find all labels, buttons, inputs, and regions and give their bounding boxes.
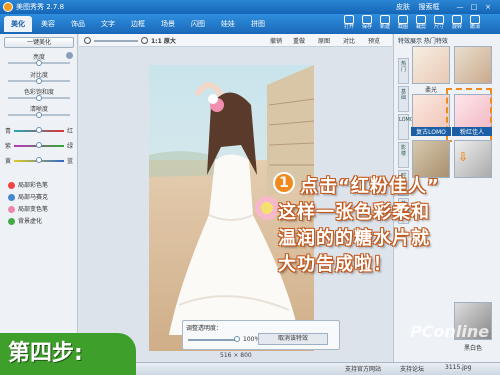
crop-icon <box>416 15 426 24</box>
compare-link[interactable]: 对比 <box>343 36 355 45</box>
slider-knob[interactable] <box>36 127 42 133</box>
undo-icon <box>470 15 480 24</box>
resize-icon <box>434 15 444 24</box>
red-label: 红 <box>67 128 74 135</box>
tab-accessories[interactable]: 饰品 <box>64 16 92 32</box>
overlay-line-4: 大功告成啦！ <box>278 254 392 275</box>
tab-doll[interactable]: 娃娃 <box>214 16 242 32</box>
arrow-down-icon: ⇩ <box>458 150 469 164</box>
slider-knob[interactable] <box>36 157 42 163</box>
vtab-studio[interactable]: 影楼 <box>398 142 409 168</box>
magenta-label: 紫 <box>5 143 12 150</box>
tab-beauty[interactable]: 美容 <box>34 16 62 32</box>
effect-label-selected: 粉红佳人 <box>452 127 492 136</box>
vtab-hot[interactable]: 热门 <box>398 58 409 84</box>
minimize-button[interactable]: — <box>454 2 466 12</box>
zoom-out-icon[interactable] <box>84 37 91 44</box>
filename-label: 3115.jpg <box>445 364 472 371</box>
original-link[interactable]: 原图 <box>318 36 330 45</box>
effect-label: 复古LOMO <box>411 127 451 136</box>
mosaic-icon <box>8 194 15 201</box>
official-site-link[interactable]: 支持官方网站 <box>345 364 381 373</box>
zoom-slider[interactable] <box>94 40 138 42</box>
blur-icon <box>8 218 15 225</box>
opacity-label: 调整透明度： <box>186 325 223 332</box>
scissors-icon <box>398 15 408 24</box>
effect-label: 黑白色 <box>463 345 482 352</box>
vtab-lomo[interactable]: LOMO <box>398 114 414 140</box>
tab-text[interactable]: 文字 <box>94 16 122 32</box>
cyan-label: 青 <box>5 128 12 135</box>
background-blur[interactable]: 背景虚化 <box>8 216 42 225</box>
watermark: PConline <box>410 322 490 341</box>
saturation-slider[interactable] <box>8 95 70 101</box>
opacity-slider-knob[interactable] <box>234 336 240 342</box>
effect-label: 柔光 <box>424 87 437 94</box>
folder-icon <box>344 15 354 24</box>
brightness-slider[interactable] <box>8 60 70 66</box>
slider-knob[interactable] <box>36 142 42 148</box>
slider-knob[interactable] <box>36 112 42 118</box>
zoom-in-icon[interactable] <box>141 37 148 44</box>
rotate-icon <box>452 15 462 24</box>
forum-link[interactable]: 支持论坛 <box>400 364 424 373</box>
undo-button[interactable]: 撤消 <box>466 14 484 34</box>
rotate-button[interactable]: 旋转 <box>448 14 466 34</box>
preview-link[interactable]: 预览 <box>368 36 380 45</box>
resize-button[interactable]: 尺寸 <box>430 14 448 34</box>
step-label: 第四步: <box>0 333 136 375</box>
save-button[interactable]: 保存 <box>358 14 376 34</box>
reset-icon[interactable] <box>66 52 73 59</box>
cancel-effect-button[interactable]: 取消该特效 <box>258 333 328 345</box>
yellow-label: 黄 <box>5 158 12 165</box>
maximize-button[interactable]: □ <box>468 2 480 12</box>
blue-label: 蓝 <box>67 158 74 165</box>
recolor-pen-icon <box>8 206 15 213</box>
save-icon <box>362 15 372 24</box>
effect-thumb[interactable] <box>454 46 492 84</box>
image-dimensions: 516 × 800 <box>220 352 252 359</box>
slider-knob[interactable] <box>36 78 42 84</box>
tab-frame[interactable]: 边框 <box>124 16 152 32</box>
screenshot-button[interactable]: 截图 <box>394 14 412 34</box>
app-logo-icon <box>3 2 13 12</box>
tab-scene[interactable]: 场景 <box>154 16 182 32</box>
contrast-slider[interactable] <box>8 78 70 84</box>
tab-collage[interactable]: 拼图 <box>244 16 272 32</box>
opacity-slider[interactable] <box>188 339 238 341</box>
step-number-badge: 1 <box>273 172 295 194</box>
new-button[interactable]: 新建 <box>376 14 394 34</box>
green-label: 绿 <box>67 143 74 150</box>
local-mosaic[interactable]: 局部马赛克 <box>8 192 48 201</box>
overlay-line-3: 温润的的糖水片就 <box>278 228 430 249</box>
search-button[interactable]: 搜索框 <box>414 2 444 12</box>
auto-beautify-button[interactable]: 一键美化 <box>4 37 74 48</box>
slider-knob[interactable] <box>36 95 42 101</box>
color-pen-icon <box>8 182 15 189</box>
open-button[interactable]: 打开 <box>340 14 358 34</box>
tab-beautify[interactable]: 美化 <box>4 16 32 32</box>
close-button[interactable]: × <box>482 2 494 12</box>
new-file-icon <box>380 15 390 24</box>
overlay-line-1: 点击“红粉佳人” <box>300 176 440 197</box>
actual-size-button[interactable]: 1:1 原大 <box>151 36 176 45</box>
slider-knob[interactable] <box>36 60 42 66</box>
crop-button[interactable]: 裁剪 <box>412 14 430 34</box>
local-color-pen[interactable]: 局部彩色笔 <box>8 180 48 189</box>
effect-thumb[interactable] <box>412 46 450 84</box>
vtab-basic[interactable]: 基础 <box>398 86 409 112</box>
effects-tabs[interactable]: 特效展示 热门特效 <box>398 36 448 45</box>
app-title: 美图秀秀 2.7.8 <box>16 3 65 11</box>
tab-flash[interactable]: 闪图 <box>184 16 212 32</box>
undo-link[interactable]: 撤销 <box>270 36 282 45</box>
overlay-line-2: 这样一张色彩柔和 <box>278 202 430 223</box>
skin-button[interactable]: 皮肤 <box>392 2 414 12</box>
redo-link[interactable]: 重做 <box>293 36 305 45</box>
sharpness-slider[interactable] <box>8 112 70 118</box>
local-recolor-pen[interactable]: 局部变色笔 <box>8 204 48 213</box>
